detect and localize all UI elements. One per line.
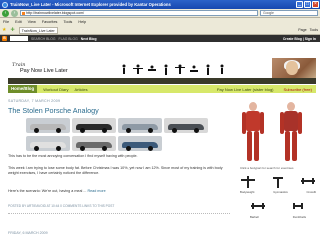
post-separator xyxy=(8,213,230,214)
post-title[interactable]: The Stolen Porsche Analogy xyxy=(8,106,99,115)
blog-header-banner[interactable]: Train Pay Now Live Later xyxy=(8,58,316,84)
tab-home-blog[interactable]: Home/Blog xyxy=(8,85,38,93)
favorites-star-icon[interactable]: ★ xyxy=(2,27,6,33)
training-type-labels: Bodyweight Gymnastics Crossfit xyxy=(240,190,316,194)
tab-articles[interactable]: Articles xyxy=(74,87,87,92)
menu-item-edit[interactable]: Edit xyxy=(15,20,22,24)
porsche-photo xyxy=(72,118,116,133)
porsche-images xyxy=(8,118,228,151)
maximize-button[interactable]: □ xyxy=(304,1,311,8)
tab-sister-blog[interactable]: Pay Now Live Later (sister blog) xyxy=(217,87,274,92)
menu-item-favorites[interactable]: Favorites xyxy=(42,20,58,24)
minimize-button[interactable]: _ xyxy=(296,1,303,8)
search-input[interactable]: Google xyxy=(260,10,318,16)
exercise-figures-icon xyxy=(122,64,224,75)
add-favorite-icon[interactable]: ✚ xyxy=(10,27,14,33)
read-more-link[interactable]: Read more xyxy=(87,189,105,193)
window-title: TrainNow_Live Later - Microsoft Internet… xyxy=(10,2,171,7)
barbell-icon[interactable] xyxy=(250,200,266,214)
anatomy-back-figure[interactable] xyxy=(280,102,302,162)
anatomy-front-figure[interactable] xyxy=(242,102,264,162)
blogger-navbar: B SEARCH BLOG FLAG BLOG Next Blog Create… xyxy=(0,35,320,42)
anatomy-caption: Click a bodypart for search for exercise… xyxy=(240,166,294,170)
post-date: SATURDAY, 7 MARCH 2009 xyxy=(8,99,61,103)
porsche-photo xyxy=(26,118,70,133)
equipment-labels: Barbell Dumbbells xyxy=(250,215,306,219)
close-button[interactable]: × xyxy=(312,1,319,8)
post-paragraph-3: Here's the scenario: We're out, having a… xyxy=(8,189,230,194)
browser-tab[interactable]: TrainNow_Live Later xyxy=(18,26,58,34)
blog-tabs: Home/Blog Workout Diary Articles Pay Now… xyxy=(8,85,316,93)
menu-item-help[interactable]: Help xyxy=(78,20,86,24)
tab-subscribe[interactable]: Subscribe (free) xyxy=(284,87,312,92)
ie-icon xyxy=(2,1,8,8)
address-url-text: http://trainnowlivelater.blogspot.com/ xyxy=(26,11,85,15)
create-blog-signin-link[interactable]: Create Blog | Sign In xyxy=(283,37,316,41)
dumbbells-label[interactable]: Dumbbells xyxy=(293,215,306,219)
forward-button[interactable]: › xyxy=(11,9,18,17)
gymnastics-label[interactable]: Gymnastics xyxy=(273,190,288,194)
blog-search-input[interactable] xyxy=(10,36,28,41)
address-toolbar: ‹ › http://trainnowlivelater.blogspot.co… xyxy=(0,9,320,18)
tools-menu[interactable]: Tools xyxy=(310,28,318,32)
site-favicon-icon xyxy=(22,12,25,15)
post-paragraph-3-text: Here's the scenario: We're out, having a… xyxy=(8,189,87,193)
bodyweight-icon[interactable] xyxy=(240,175,256,189)
back-button[interactable]: ‹ xyxy=(2,9,9,17)
menu-item-tools[interactable]: Tools xyxy=(63,20,72,24)
crossfit-label[interactable]: Crossfit xyxy=(307,190,316,194)
bodyweight-label[interactable]: Bodyweight xyxy=(240,190,254,194)
page-menu[interactable]: Page xyxy=(298,28,306,32)
post-paragraph-2: This week I am trying to lose some body … xyxy=(8,166,223,175)
training-type-icons xyxy=(240,175,316,189)
post-paragraph-1: This has to be the most annoying convers… xyxy=(8,154,138,158)
next-post-date: FRIDAY, 6 MARCH 2009 xyxy=(8,231,48,235)
menu-item-view[interactable]: View xyxy=(28,20,36,24)
barbell-label[interactable]: Barbell xyxy=(250,215,259,219)
tab-workout-diary[interactable]: Workout Diary xyxy=(43,87,68,92)
menu-item-file[interactable]: File xyxy=(3,20,9,24)
blogger-logo-icon[interactable]: B xyxy=(2,36,7,41)
flag-blog-link[interactable]: FLAG BLOG xyxy=(59,37,78,41)
anatomy-muscle-map xyxy=(238,100,318,166)
window-titlebar: TrainNow_Live Later - Microsoft Internet… xyxy=(0,0,320,9)
equipment-icons xyxy=(250,200,306,214)
dumbbells-icon[interactable] xyxy=(290,200,306,214)
address-input[interactable]: http://trainnowlivelater.blogspot.com/ xyxy=(20,10,258,16)
menu-bar: File Edit View Favorites Tools Help xyxy=(0,18,320,26)
favorites-bar: ★ ✚ TrainNow_Live Later Page Tools xyxy=(0,26,320,35)
header-motto: Pay Now Live Later xyxy=(20,68,68,74)
porsche-photo xyxy=(26,135,70,151)
crossfit-icon[interactable] xyxy=(300,175,316,189)
porsche-photo xyxy=(118,118,162,133)
gymnastics-icon[interactable] xyxy=(270,175,286,189)
porsche-photo xyxy=(118,135,162,151)
search-placeholder: Google xyxy=(263,11,274,15)
porsche-photo xyxy=(72,135,116,151)
search-blog-link[interactable]: SEARCH BLOG xyxy=(31,37,56,41)
post-meta: POSTED BY ARTIEAVOID AT 10:44 0 COMMENTS… xyxy=(8,204,115,208)
porsche-photo xyxy=(164,118,208,133)
next-blog-link[interactable]: Next Blog xyxy=(81,37,97,41)
